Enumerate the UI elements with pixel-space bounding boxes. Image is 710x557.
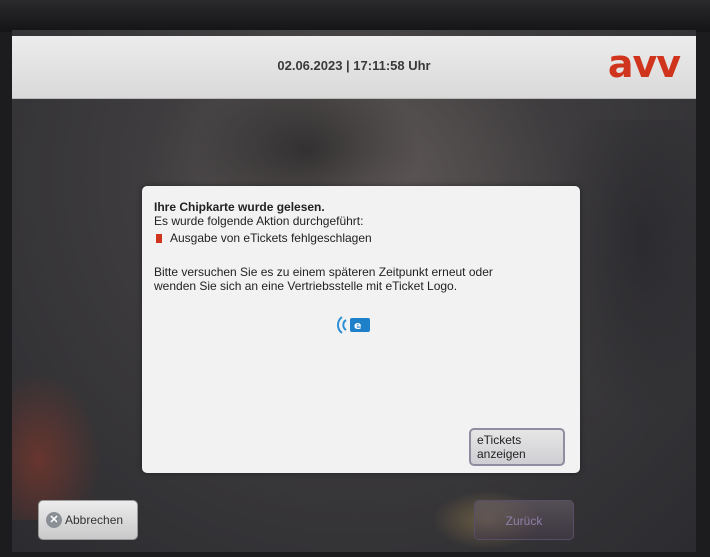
- header-bar: 02.06.2023 | 17:11:58 Uhr avv: [12, 36, 696, 99]
- kiosk-screen: 02.06.2023 | 17:11:58 Uhr avv Ihre Chipk…: [12, 30, 696, 552]
- background-reflection: [12, 370, 102, 520]
- show-etickets-button[interactable]: eTickets anzeigen: [469, 428, 565, 466]
- kiosk-bezel: [0, 0, 710, 32]
- cancel-label: Abbrechen: [65, 513, 124, 527]
- svg-text:e: e: [354, 319, 361, 332]
- datetime-display: 02.06.2023 | 17:11:58 Uhr: [277, 58, 431, 73]
- back-label: Zurück: [505, 514, 543, 528]
- eticket-logo-icon: e: [334, 314, 374, 336]
- instruction-line-2: wenden Sie sich an eine Vertriebsstelle …: [154, 279, 458, 293]
- back-button[interactable]: Zurück: [474, 500, 574, 540]
- error-status-marker: [156, 234, 162, 243]
- show-etickets-label-2: anzeigen: [477, 447, 526, 461]
- avv-logo: avv: [607, 42, 681, 86]
- dialog-subtitle: Es wurde folgende Aktion durchgeführt:: [154, 214, 364, 228]
- instruction-line-1: Bitte versuchen Sie es zu einem späteren…: [154, 265, 493, 279]
- chipcard-result-dialog: Ihre Chipkarte wurde gelesen. Es wurde f…: [142, 186, 580, 473]
- dialog-title: Ihre Chipkarte wurde gelesen.: [154, 200, 325, 214]
- cancel-button[interactable]: ✕ Abbrechen: [38, 500, 138, 540]
- status-item-text: Ausgabe von eTickets fehlgeschlagen: [170, 231, 372, 245]
- show-etickets-label-1: eTickets: [477, 433, 522, 447]
- close-icon: ✕: [46, 512, 62, 528]
